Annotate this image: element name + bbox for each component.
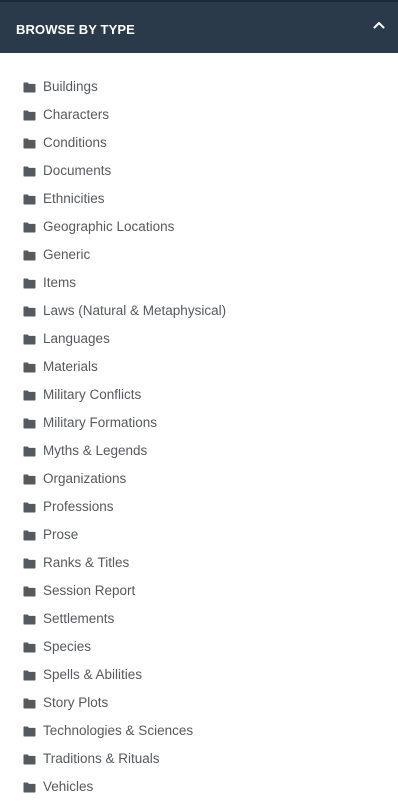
type-link-label: Generic xyxy=(43,247,91,262)
type-link-item[interactable]: Buildings xyxy=(0,73,398,101)
folder-icon xyxy=(23,726,36,737)
type-link-item[interactable]: Military Formations xyxy=(0,409,398,437)
type-link-label: Materials xyxy=(43,359,98,374)
type-link-item[interactable]: Materials xyxy=(0,353,398,381)
type-link-item[interactable]: Ethnicities xyxy=(0,185,398,213)
type-link-item[interactable]: Species xyxy=(0,633,398,661)
type-link-label: Vehicles xyxy=(43,779,94,794)
type-link-label: Buildings xyxy=(43,79,98,94)
type-link-item[interactable]: Military Conflicts xyxy=(0,381,398,409)
type-link-label: Military Conflicts xyxy=(43,387,142,402)
folder-icon xyxy=(23,222,36,233)
type-link-item[interactable]: Spells & Abilities xyxy=(0,661,398,689)
folder-icon xyxy=(23,166,36,177)
type-link-label: Documents xyxy=(43,163,112,178)
panel-title: BROWSE BY TYPE xyxy=(16,22,135,37)
folder-icon xyxy=(23,390,36,401)
type-link-item[interactable]: Geographic Locations xyxy=(0,213,398,241)
type-link-item[interactable]: Generic xyxy=(0,241,398,269)
chevron-up-icon[interactable] xyxy=(372,18,386,32)
type-link-item[interactable]: Items xyxy=(0,269,398,297)
type-link-label: Species xyxy=(43,639,92,654)
folder-icon xyxy=(23,418,36,429)
type-link-label: Ranks & Titles xyxy=(43,555,130,570)
folder-icon xyxy=(23,558,36,569)
type-link-item[interactable]: Traditions & Rituals xyxy=(0,745,398,773)
type-link-label: Settlements xyxy=(43,611,115,626)
type-link-item[interactable]: Languages xyxy=(0,325,398,353)
type-link-item[interactable]: Settlements xyxy=(0,605,398,633)
type-link-label: Items xyxy=(43,275,77,290)
folder-icon xyxy=(23,82,36,93)
folder-icon xyxy=(23,250,36,261)
type-link-item[interactable]: Characters xyxy=(0,101,398,129)
folder-icon xyxy=(23,278,36,289)
folder-icon xyxy=(23,306,36,317)
type-link-label: Prose xyxy=(43,527,79,542)
folder-icon xyxy=(23,530,36,541)
type-link-item[interactable]: Myths & Legends xyxy=(0,437,398,465)
type-link-item[interactable]: Technologies & Sciences xyxy=(0,717,398,745)
folder-icon xyxy=(23,110,36,121)
type-link-label: Session Report xyxy=(43,583,136,598)
folder-icon xyxy=(23,782,36,793)
type-link-label: Geographic Locations xyxy=(43,219,175,234)
folder-icon xyxy=(23,502,36,513)
type-link-label: Languages xyxy=(43,331,110,346)
folder-icon xyxy=(23,194,36,205)
type-link-label: Military Formations xyxy=(43,415,158,430)
type-link-label: Traditions & Rituals xyxy=(43,751,160,766)
folder-icon xyxy=(23,474,36,485)
type-link-item[interactable]: Session Report xyxy=(0,577,398,605)
type-link-label: Organizations xyxy=(43,471,127,486)
folder-icon xyxy=(23,670,36,681)
type-link-label: Technologies & Sciences xyxy=(43,723,194,738)
folder-icon xyxy=(23,754,36,765)
folder-icon xyxy=(23,586,36,597)
folder-icon xyxy=(23,642,36,653)
type-link-label: Ethnicities xyxy=(43,191,105,206)
type-link-label: Story Plots xyxy=(43,695,109,710)
type-link-item[interactable]: Laws (Natural & Metaphysical) xyxy=(0,297,398,325)
type-link-label: Characters xyxy=(43,107,110,122)
folder-icon xyxy=(23,614,36,625)
browse-by-type-panel: BROWSE BY TYPE Buildings Characters Condit… xyxy=(0,0,398,805)
type-link-item[interactable]: Ranks & Titles xyxy=(0,549,398,577)
type-link-item[interactable]: Documents xyxy=(0,157,398,185)
type-link-label: Laws (Natural & Metaphysical) xyxy=(43,303,227,318)
type-link-item[interactable]: Organizations xyxy=(0,465,398,493)
type-link-label: Professions xyxy=(43,499,114,514)
type-link-item[interactable]: Story Plots xyxy=(0,689,398,717)
type-link-item[interactable]: Professions xyxy=(0,493,398,521)
type-link-item[interactable]: Prose xyxy=(0,521,398,549)
panel-header[interactable]: BROWSE BY TYPE xyxy=(0,0,398,53)
folder-icon xyxy=(23,362,36,373)
folder-icon xyxy=(23,698,36,709)
folder-icon xyxy=(23,446,36,457)
type-link-item[interactable]: Conditions xyxy=(0,129,398,157)
type-link-label: Myths & Legends xyxy=(43,443,148,458)
type-link-label: Spells & Abilities xyxy=(43,667,143,682)
type-link-item[interactable]: Vehicles xyxy=(0,773,398,801)
folder-icon xyxy=(23,138,36,149)
type-list: Buildings Characters Conditions Documents Et… xyxy=(0,73,398,801)
type-link-label: Conditions xyxy=(43,135,107,150)
folder-icon xyxy=(23,334,36,345)
